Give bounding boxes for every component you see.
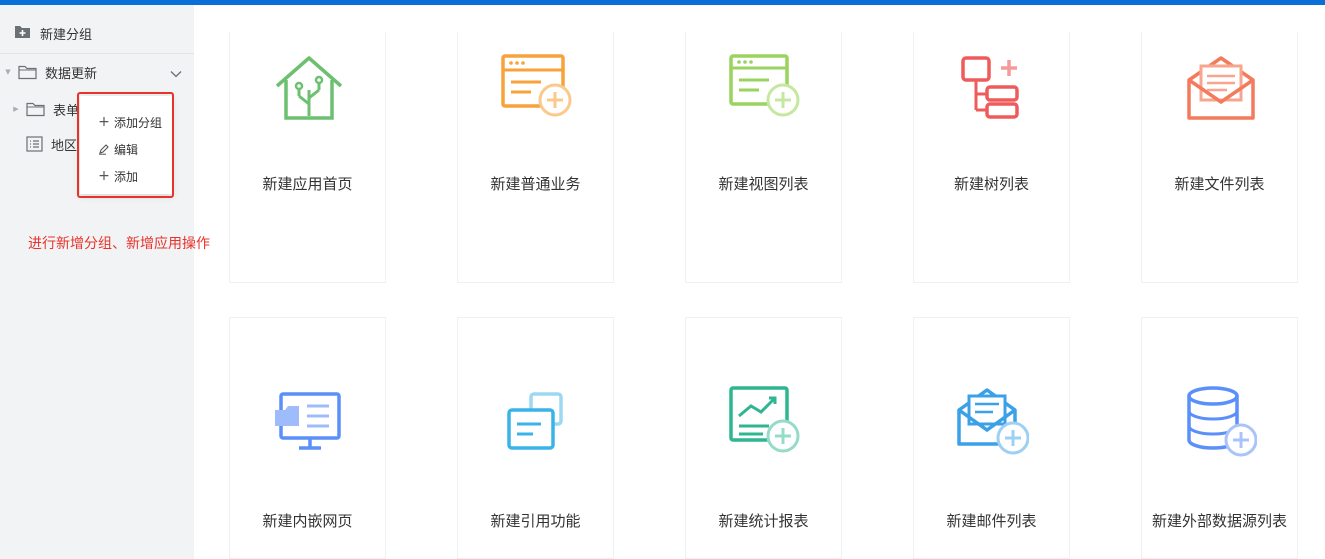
list-icon [26, 136, 43, 152]
card-new-embedded-webpage[interactable]: 新建内嵌网页 [229, 317, 386, 559]
sidebar: 新建分组 ▼ 数据更新 ▶ 表单 地区 进行新增分组、新增应用操作 [0, 5, 210, 559]
chevron-down-icon[interactable] [170, 67, 182, 82]
card-new-stat-report[interactable]: 新建统计报表 [685, 317, 842, 559]
card-label: 新建应用首页 [262, 175, 353, 193]
edit-icon [98, 143, 110, 155]
tree-group-data-update[interactable]: ▼ 数据更新 [0, 57, 194, 87]
card-new-file-list[interactable]: 新建文件列表 [1141, 32, 1298, 283]
card-label: 新建普通业务 [490, 175, 581, 193]
tree-item-label: 地区 [51, 138, 78, 154]
mail-list-icon [957, 388, 1029, 455]
card-new-external-datasource-list[interactable]: 新建外部数据源列表 [1141, 317, 1298, 559]
card-label: 新建邮件列表 [946, 512, 1037, 530]
menu-item-label: 添加 [114, 169, 139, 184]
form-add-icon [501, 54, 572, 117]
card-label: 新建树列表 [953, 175, 1029, 193]
home-icon [275, 56, 343, 120]
chart-report-icon [729, 386, 800, 453]
folder-icon [18, 65, 37, 80]
folder-icon [26, 102, 45, 117]
caret-down-icon[interactable]: ▼ [4, 68, 12, 76]
reference-icon [507, 392, 563, 450]
card-label: 新建文件列表 [1174, 175, 1265, 193]
plus-icon: + [98, 168, 110, 184]
mail-file-icon [1187, 56, 1255, 120]
menu-item-add[interactable]: + 添加 [98, 166, 138, 186]
card-new-reference[interactable]: 新建引用功能 [457, 317, 614, 559]
divider [0, 53, 194, 54]
card-new-business[interactable]: 新建普通业务 [457, 32, 614, 283]
card-new-mail-list[interactable]: 新建邮件列表 [913, 317, 1070, 559]
database-add-icon [1187, 386, 1257, 457]
card-new-view-list[interactable]: 新建视图列表 [685, 32, 842, 283]
card-label: 新建内嵌网页 [262, 512, 353, 530]
folder-add-icon [14, 24, 31, 43]
card-label: 新建视图列表 [718, 175, 809, 193]
menu-item-label: 添加分组 [114, 115, 163, 130]
caret-right-icon[interactable]: ▶ [12, 105, 20, 113]
plus-icon: + [98, 114, 110, 130]
context-menu: + 添加分组 编辑 + 添加 [80, 96, 172, 194]
tree-item-label: 表单 [53, 103, 80, 119]
tree-group-label: 数据更新 [45, 66, 98, 82]
menu-item-edit[interactable]: 编辑 [98, 139, 138, 159]
card-label: 新建引用功能 [490, 512, 581, 530]
new-group-label: 新建分组 [40, 27, 93, 43]
embed-webpage-icon [275, 392, 341, 450]
top-accent-bar [0, 0, 1325, 5]
new-group-button[interactable]: 新建分组 [0, 13, 194, 53]
menu-item-add-group[interactable]: + 添加分组 [98, 112, 162, 132]
card-new-tree-list[interactable]: 新建树列表 [913, 32, 1070, 283]
view-list-add-icon [729, 54, 800, 117]
card-label: 新建统计报表 [718, 512, 809, 530]
card-new-app-home[interactable]: 新建应用首页 [229, 32, 386, 283]
card-label: 新建外部数据源列表 [1151, 512, 1287, 530]
tree-list-icon [961, 56, 1019, 119]
menu-item-label: 编辑 [114, 142, 139, 157]
annotation-note: 进行新增分组、新增应用操作 [28, 236, 210, 252]
